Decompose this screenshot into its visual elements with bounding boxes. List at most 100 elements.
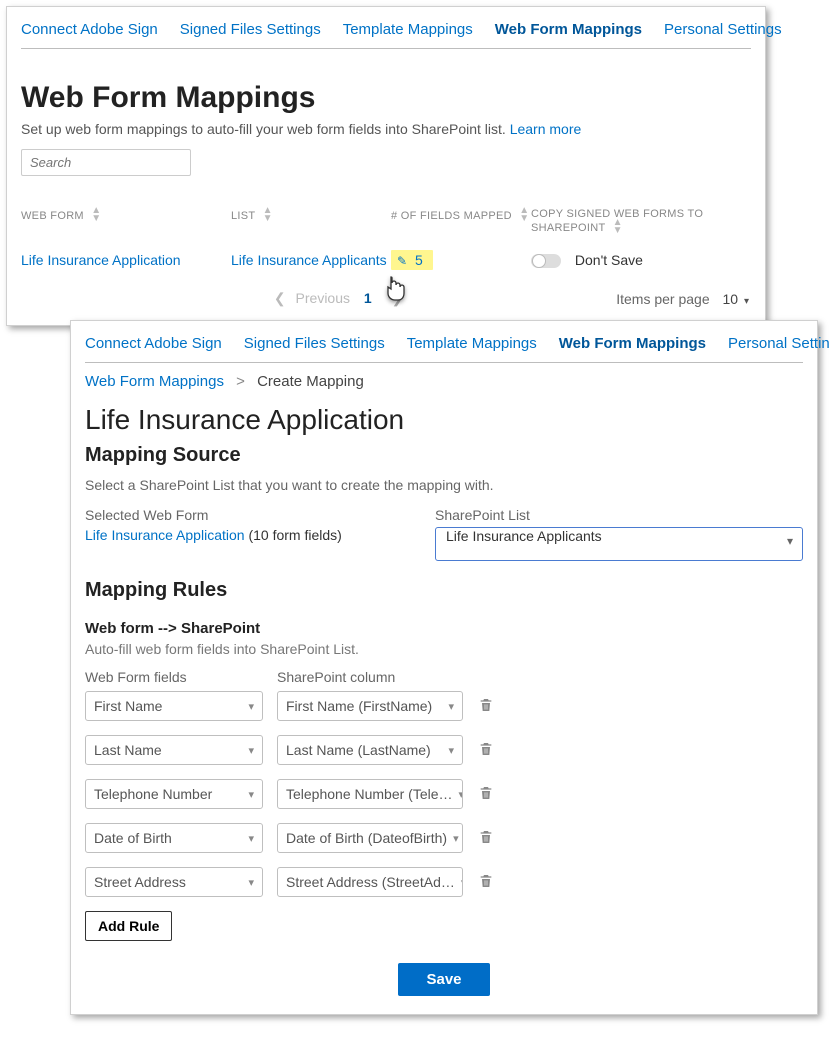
sort-icon: ▲▼ (91, 207, 101, 223)
search-input[interactable] (21, 149, 191, 176)
web-form-field-select[interactable]: Date of Birth▾ (85, 823, 263, 853)
breadcrumb-current: Create Mapping (257, 373, 364, 390)
caret-down-icon: ▾ (744, 296, 749, 307)
pagination-controls: ❮ Previous 1 ❯ (61, 290, 616, 307)
save-button[interactable]: Save (398, 963, 489, 996)
sharepoint-list-select[interactable]: Life Insurance Applicants (435, 527, 803, 561)
pagination-bar: ❮ Previous 1 ❯ Items per page 10 ▾ (21, 290, 751, 307)
trash-icon (478, 832, 494, 848)
web-form-field-select[interactable]: Telephone Number▾ (85, 779, 263, 809)
mapping-title: Life Insurance Application (85, 404, 803, 436)
trash-icon (478, 700, 494, 716)
table-header-row: WEB FORM ▲▼ LIST ▲▼ # OF FIELDS MAPPED ▲… (21, 208, 751, 236)
delete-rule-button[interactable] (477, 873, 495, 892)
sharepoint-list-label: SharePoint List (435, 507, 803, 523)
rule-row: First Name▾ First Name (FirstName)▾ (85, 691, 803, 721)
sharepoint-column-select[interactable]: Date of Birth (DateofBirth)▾ (277, 823, 463, 853)
chevron-right-icon[interactable]: ❯ (392, 290, 404, 306)
delete-rule-button[interactable] (477, 697, 495, 716)
copy-toggle-label: Don't Save (575, 252, 643, 268)
current-page-number[interactable]: 1 (364, 290, 372, 306)
copy-toggle[interactable] (531, 254, 561, 268)
col-header-copy-to-sharepoint[interactable]: COPY SIGNED WEB FORMS TO SHAREPOINT ▲▼ (531, 208, 751, 236)
top-nav-tabs: Connect Adobe Sign Signed Files Settings… (21, 17, 751, 49)
tab-template-mappings[interactable]: Template Mappings (343, 21, 473, 38)
selected-web-form-link[interactable]: Life Insurance Application (85, 527, 245, 543)
items-per-page-select[interactable]: 10 ▾ (720, 291, 752, 307)
caret-down-icon: ▾ (448, 744, 454, 757)
selected-web-form-label: Selected Web Form (85, 507, 395, 523)
items-per-page: Items per page 10 ▾ (616, 291, 751, 307)
caret-down-icon: ▾ (248, 832, 254, 845)
web-form-field-select[interactable]: Last Name▾ (85, 735, 263, 765)
mapping-source-heading: Mapping Source (85, 444, 803, 467)
create-mapping-panel: Connect Adobe Sign Signed Files Settings… (70, 320, 818, 1015)
cell-webform-link[interactable]: Life Insurance Application (21, 252, 231, 268)
tab-template-mappings[interactable]: Template Mappings (407, 335, 537, 352)
tab-web-form-mappings[interactable]: Web Form Mappings (495, 21, 642, 38)
rule-row: Telephone Number▾ Telephone Number (Tele…… (85, 779, 803, 809)
caret-down-icon: ▾ (459, 788, 463, 801)
cell-fields-mapped: ✎ 5 (391, 250, 531, 270)
mapping-source-row: Selected Web Form Life Insurance Applica… (85, 507, 803, 561)
mapping-rules-hint: Auto-fill web form fields into SharePoin… (85, 641, 803, 657)
caret-down-icon: ▾ (448, 700, 454, 713)
caret-down-icon: ▾ (248, 876, 254, 889)
breadcrumb: Web Form Mappings > Create Mapping (85, 373, 803, 390)
rule-columns-header: Web Form fields SharePoint column (85, 669, 803, 685)
pencil-icon: ✎ (397, 254, 407, 268)
breadcrumb-root[interactable]: Web Form Mappings (85, 373, 224, 390)
sort-icon: ▲▼ (613, 219, 623, 235)
chevron-left-icon[interactable]: ❮ (274, 290, 286, 306)
sharepoint-column-select[interactable]: Last Name (LastName)▾ (277, 735, 463, 765)
cell-list-link[interactable]: Life Insurance Applicants (231, 252, 391, 268)
sort-icon: ▲▼ (519, 207, 529, 223)
col-header-fields-mapped[interactable]: # OF FIELDS MAPPED ▲▼ (391, 208, 531, 236)
rules-list: First Name▾ First Name (FirstName)▾ Last N… (85, 691, 803, 897)
tab-personal-settings[interactable]: Personal Settings (728, 335, 830, 352)
selected-web-form-block: Selected Web Form Life Insurance Applica… (85, 507, 395, 543)
tab-connect-adobe-sign[interactable]: Connect Adobe Sign (85, 335, 222, 352)
add-rule-button[interactable]: Add Rule (85, 911, 172, 941)
trash-icon (478, 744, 494, 760)
mapping-rules-heading: Mapping Rules (85, 579, 803, 602)
tab-signed-files-settings[interactable]: Signed Files Settings (244, 335, 385, 352)
col-header-webform-fields: Web Form fields (85, 669, 263, 685)
rule-row: Last Name▾ Last Name (LastName)▾ (85, 735, 803, 765)
learn-more-link[interactable]: Learn more (510, 121, 582, 137)
caret-down-icon: ▾ (453, 832, 459, 845)
edit-fields-count[interactable]: ✎ 5 (391, 250, 433, 270)
web-form-field-select[interactable]: Street Address▾ (85, 867, 263, 897)
page-title: Web Form Mappings (21, 81, 751, 115)
sharepoint-column-select[interactable]: First Name (FirstName)▾ (277, 691, 463, 721)
caret-down-icon: ▾ (248, 788, 254, 801)
fields-count-value: 5 (415, 252, 423, 268)
caret-down-icon: ▾ (248, 744, 254, 757)
top-nav-tabs: Connect Adobe Sign Signed Files Settings… (85, 331, 803, 363)
chevron-right-icon: > (236, 373, 245, 390)
rule-row: Street Address▾ Street Address (StreetAd…… (85, 867, 803, 897)
sharepoint-column-select[interactable]: Telephone Number (Tele…▾ (277, 779, 463, 809)
selected-web-form-count: (10 form fields) (248, 527, 341, 543)
trash-icon (478, 788, 494, 804)
delete-rule-button[interactable] (477, 741, 495, 760)
previous-page-link[interactable]: Previous (296, 290, 350, 306)
caret-down-icon: ▾ (248, 700, 254, 713)
tab-connect-adobe-sign[interactable]: Connect Adobe Sign (21, 21, 158, 38)
items-per-page-label: Items per page (616, 291, 709, 307)
page-description: Set up web form mappings to auto-fill yo… (21, 121, 751, 137)
cell-copy-option: Don't Save (531, 252, 751, 268)
trash-icon (478, 876, 494, 892)
tab-personal-settings[interactable]: Personal Settings (664, 21, 782, 38)
delete-rule-button[interactable] (477, 829, 495, 848)
tab-signed-files-settings[interactable]: Signed Files Settings (180, 21, 321, 38)
col-header-webform[interactable]: WEB FORM ▲▼ (21, 208, 231, 236)
tab-web-form-mappings[interactable]: Web Form Mappings (559, 335, 706, 352)
web-form-field-select[interactable]: First Name▾ (85, 691, 263, 721)
sharepoint-column-select[interactable]: Street Address (StreetAd…▾ (277, 867, 463, 897)
mapping-source-help: Select a SharePoint List that you want t… (85, 477, 803, 493)
delete-rule-button[interactable] (477, 785, 495, 804)
col-header-sharepoint-column: SharePoint column (277, 669, 463, 685)
col-header-list[interactable]: LIST ▲▼ (231, 208, 391, 236)
mapping-rules-subheading: Web form --> SharePoint (85, 620, 803, 637)
